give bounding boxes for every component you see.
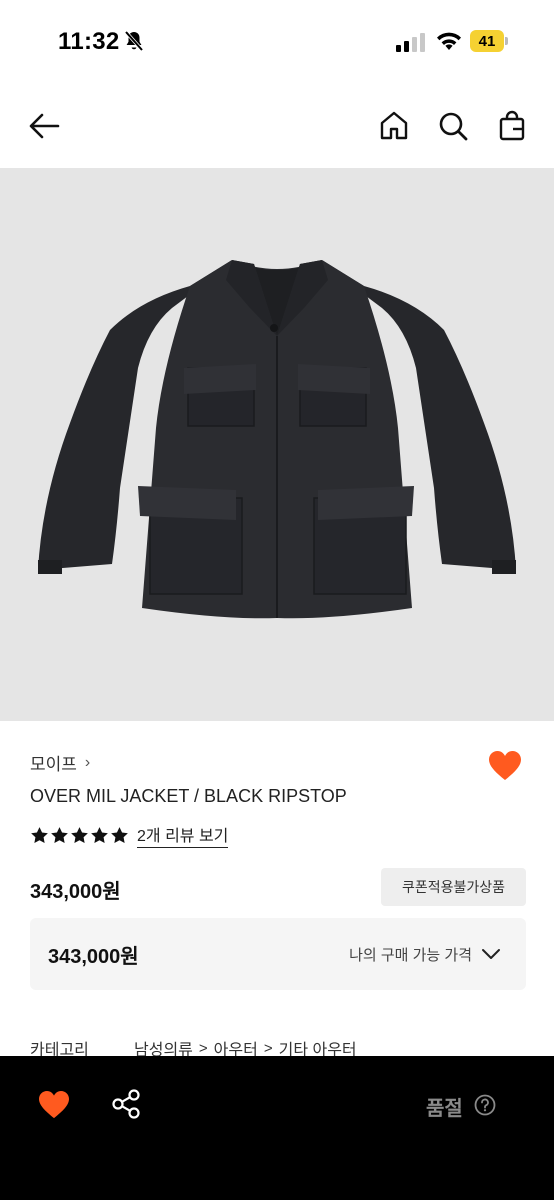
star-icon: [111, 826, 128, 843]
jacket-illustration: [38, 260, 516, 619]
share-icon[interactable]: [110, 1088, 142, 1120]
battery-cap: [505, 37, 508, 45]
search-icon[interactable]: [437, 110, 469, 142]
star-icon: [71, 826, 88, 843]
chevron-right-icon: >: [263, 1039, 273, 1057]
bell-slash-icon: [124, 30, 144, 52]
nav-bar: [0, 84, 554, 168]
status-time: 11:32: [58, 28, 120, 55]
chevron-right-icon: ›: [84, 753, 91, 771]
star-rating: [30, 826, 129, 845]
review-link[interactable]: 2개 리뷰 보기: [137, 822, 229, 848]
home-icon[interactable]: [378, 110, 410, 142]
heart-icon[interactable]: [488, 750, 522, 782]
my-price-dropdown[interactable]: 343,000원 나의 구매 가능 가격: [30, 918, 526, 990]
shopping-bag-icon[interactable]: [496, 110, 528, 142]
soldout-label: 품절: [426, 1098, 463, 1120]
heart-icon[interactable]: [38, 1090, 70, 1120]
star-icon: [51, 826, 68, 843]
chevron-right-icon: >: [198, 1039, 208, 1057]
coupon-badge: 쿠폰적용불가상품: [381, 868, 526, 906]
cellular-signal-icon: [396, 33, 425, 52]
product-price: 343,000원: [30, 881, 121, 903]
status-bar: 11:32 41: [0, 0, 554, 84]
bottom-action-bar: 품절: [0, 1056, 554, 1200]
back-arrow-icon[interactable]: [28, 110, 60, 142]
star-icon: [31, 826, 48, 843]
battery-level: 41: [470, 30, 504, 52]
battery-indicator: 41: [470, 30, 508, 52]
chevron-down-icon: [482, 949, 500, 959]
help-icon[interactable]: [474, 1094, 496, 1116]
wifi-icon: [437, 32, 461, 50]
star-icon: [91, 826, 108, 843]
brand-name: 모이프: [30, 755, 77, 774]
product-title: OVER MIL JACKET / BLACK RIPSTOP: [30, 786, 347, 806]
product-image[interactable]: [0, 168, 554, 721]
brand-link[interactable]: 모이프 ›: [30, 750, 90, 775]
my-price-label: 나의 구매 가능 가격: [349, 947, 472, 964]
my-price-value: 343,000원: [48, 946, 139, 968]
rating-row: 2개 리뷰 보기: [30, 822, 229, 848]
